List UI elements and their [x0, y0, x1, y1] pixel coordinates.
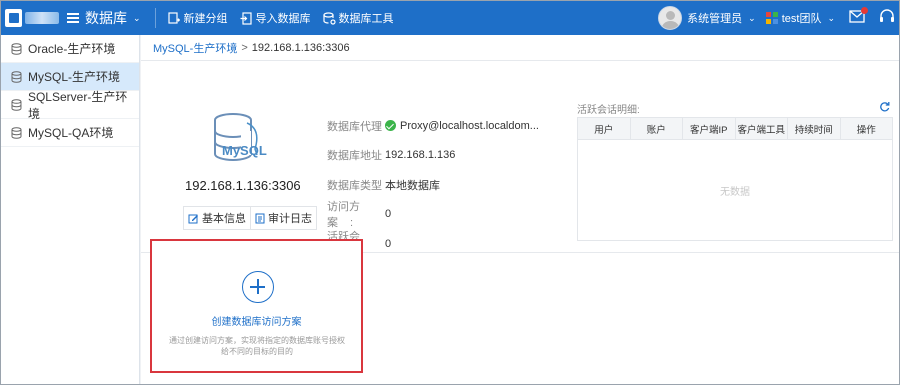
- chevron-down-icon: ⌄: [133, 12, 141, 23]
- chevron-down-icon: ⌄: [748, 12, 756, 23]
- notification-dot: [861, 7, 868, 14]
- team-menu[interactable]: test团队 ⌄: [765, 10, 835, 26]
- module-title: 数据库: [85, 10, 127, 26]
- sidebar-item-label: MySQL-QA环境: [28, 126, 114, 140]
- user-name: 系统管理员: [687, 13, 743, 25]
- create-access-plan-title[interactable]: 创建数据库访问方案: [152, 313, 361, 328]
- sidebar-item-label: SQLServer-生产环境: [27, 89, 128, 121]
- chevron-down-icon: ⌄: [827, 12, 835, 23]
- audit-log-label: 审计日志: [268, 213, 312, 225]
- breadcrumb-parent-link[interactable]: MySQL-生产环境: [153, 40, 237, 56]
- basic-info-button[interactable]: 基本信息: [184, 207, 250, 229]
- logo-mark-icon: [5, 9, 22, 27]
- proxy-value: Proxy@localhost.localdom...: [385, 120, 539, 132]
- field-value: 0: [385, 208, 392, 221]
- edit-icon: [188, 214, 198, 223]
- column-header-actions: 操作: [856, 124, 876, 136]
- new-group-icon: [167, 11, 180, 24]
- column-header-duration: 持续时间: [788, 118, 841, 139]
- field-label: 数据库代理: [327, 120, 382, 133]
- field-label: 访问方案:: [327, 201, 360, 230]
- sidebar-item-sqlserver-prod[interactable]: SQLServer-生产环境: [1, 89, 139, 121]
- sessions-title: 活跃会话明细:: [577, 105, 640, 116]
- main-content: MySQL-生产环境 > 192.168.1.136:3306 MySQL 19…: [141, 35, 899, 384]
- toolbar-divider: [154, 8, 156, 28]
- plus-circle-icon[interactable]: [242, 271, 274, 303]
- sidebar-item-oracle-prod[interactable]: Oracle-生产环境: [1, 35, 139, 63]
- database-tools-label: 数据库工具: [338, 13, 394, 25]
- field-label: 数据库类型: [327, 179, 382, 192]
- column-header-client-ip: 客户端IP: [683, 118, 736, 139]
- column-header-account: 账户: [631, 118, 683, 139]
- field-value: 192.168.1.136: [385, 149, 456, 162]
- field-access-plans: 访问方案: 0: [327, 200, 539, 230]
- new-group-label: 新建分组: [183, 13, 228, 25]
- breadcrumb: MySQL-生产环境 > 192.168.1.136:3306: [141, 35, 899, 61]
- user-avatar[interactable]: [658, 6, 683, 30]
- field-label: 数据库地址: [327, 150, 382, 163]
- field-value: 0: [385, 237, 392, 250]
- active-sessions-table: 用户 账户 客户端IP 客户端工具 持续时间 操作 无数据: [577, 117, 893, 241]
- database-fields: 数据库代理 Proxy@localhost.localdom... 数据库地址 …: [327, 111, 539, 259]
- field-type: 数据库类型 本地数据库: [327, 170, 539, 200]
- import-database-label: 导入数据库: [255, 13, 311, 25]
- breadcrumb-current: 192.168.1.136:3306: [251, 41, 350, 54]
- database-icon: [11, 126, 22, 139]
- sidebar-item-label: MySQL-生产环境: [28, 70, 121, 84]
- field-proxy: 数据库代理 Proxy@localhost.localdom...: [327, 111, 539, 141]
- headset-icon: [880, 9, 894, 22]
- team-name: test团队: [781, 13, 822, 25]
- support-button[interactable]: [879, 9, 895, 27]
- import-icon: [240, 11, 252, 25]
- table-header: 用户 账户 客户端IP 客户端工具 持续时间 操作: [578, 118, 892, 140]
- user-menu[interactable]: 系统管理员 ⌄: [687, 10, 756, 26]
- field-value: Proxy@localhost.localdom...: [400, 119, 539, 132]
- import-database-button[interactable]: 导入数据库: [234, 1, 317, 35]
- field-value: 本地数据库: [385, 179, 440, 192]
- mysql-database-icon: MySQL: [214, 113, 267, 162]
- database-host-title: 192.168.1.136:3306: [185, 178, 301, 193]
- mysql-logo-text: MySQL: [222, 143, 267, 158]
- team-grid-icon: [765, 12, 778, 24]
- database-actions: 基本信息 审计日志: [183, 206, 317, 230]
- field-address: 数据库地址 192.168.1.136: [327, 141, 539, 171]
- refresh-icon[interactable]: [879, 101, 890, 112]
- document-icon: [255, 213, 265, 223]
- create-access-plan-description: 通过创建访问方案，实现将指定的数据库账号授权给不同的目标的目的: [169, 336, 345, 356]
- create-access-plan-card[interactable]: 创建数据库访问方案 通过创建访问方案，实现将指定的数据库账号授权给不同的目标的目…: [150, 239, 363, 373]
- database-sidebar: Oracle-生产环境 MySQL-生产环境 SQLServer-生产环境 My…: [1, 35, 140, 384]
- database-icon: [11, 42, 22, 55]
- app-logo[interactable]: [1, 1, 59, 35]
- database-info-panel: MySQL 192.168.1.136:3306 基本信息 审计日志 数据库代理…: [141, 61, 899, 259]
- database-tools-button[interactable]: 数据库工具: [317, 1, 400, 35]
- breadcrumb-separator: >: [241, 41, 248, 54]
- module-menu-button[interactable]: 数据库 ⌄: [59, 1, 151, 35]
- basic-info-label: 基本信息: [202, 213, 246, 225]
- hamburger-icon: [67, 13, 79, 23]
- audit-log-button[interactable]: 审计日志: [250, 207, 316, 229]
- sidebar-item-label: Oracle-生产环境: [28, 42, 116, 56]
- sidebar-item-mysql-qa[interactable]: MySQL-QA环境: [1, 119, 139, 147]
- database-icon: [11, 70, 22, 83]
- column-header-user: 用户: [578, 118, 631, 139]
- logo-text-blurred: [25, 12, 59, 24]
- messages-button[interactable]: [849, 7, 868, 26]
- top-bar: 数据库 ⌄ 新建分组 导入数据库 数据库工具 系统管理员 ⌄ test团队 ⌄: [1, 1, 899, 35]
- new-group-button[interactable]: 新建分组: [162, 1, 234, 35]
- db-tools-icon: [322, 11, 336, 25]
- database-icon: [11, 98, 22, 111]
- empty-state-text: 无数据: [720, 186, 750, 198]
- status-ok-icon: [385, 120, 396, 132]
- column-header-client-tool: 客户端工具: [736, 118, 788, 139]
